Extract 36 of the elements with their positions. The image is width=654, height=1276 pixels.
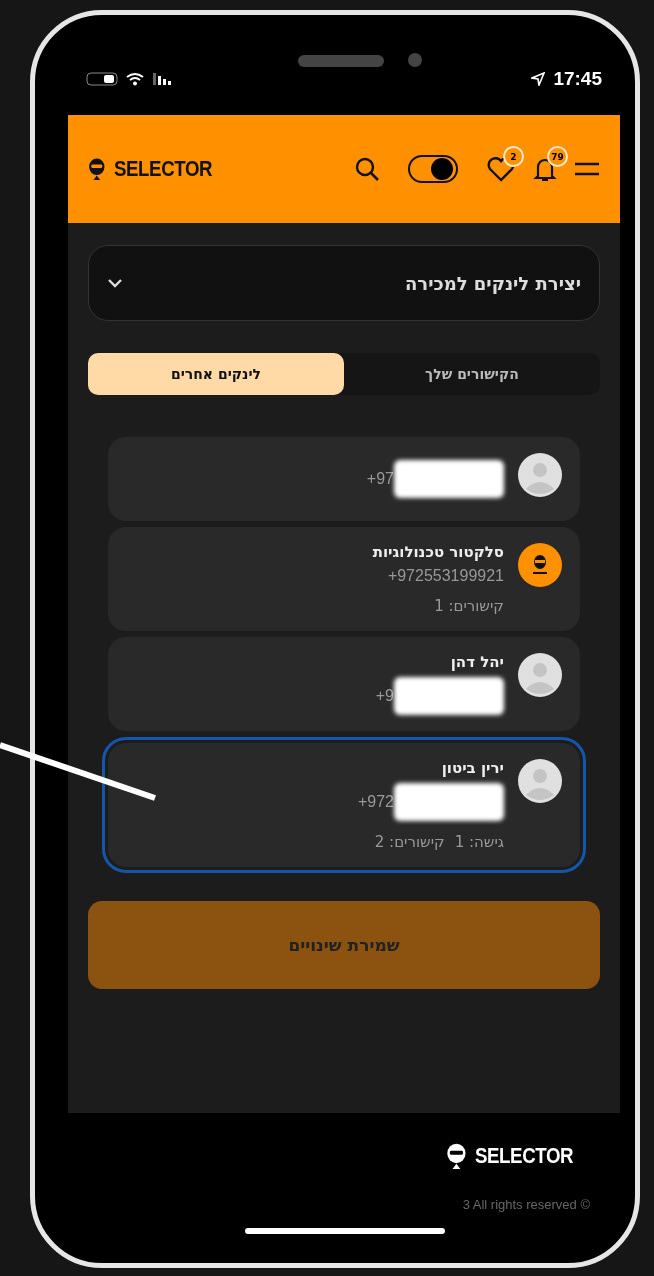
tab[interactable]: לינקים אחרים: [88, 353, 344, 395]
contact-stat: גישה: 1: [454, 833, 504, 851]
contact-stat: קישורים: 2: [374, 833, 445, 851]
contact-stat: קישורים: 1: [434, 597, 504, 615]
mascot-logo-icon: [445, 1143, 467, 1169]
location-arrow-icon: [531, 72, 546, 86]
theme-toggle[interactable]: [408, 155, 458, 183]
camera-dot: [408, 53, 422, 67]
avatar-icon: [518, 453, 562, 497]
battery-icon: [86, 72, 118, 86]
copyright-text: 3 All rights reserved ©: [462, 1197, 590, 1212]
wifi-icon: [126, 72, 144, 86]
menu-icon[interactable]: [574, 162, 600, 176]
logo-avatar: [518, 543, 562, 587]
contact-card[interactable]: +97: [108, 437, 580, 521]
avatar-icon: [518, 759, 562, 803]
dropdown-field[interactable]: יצירת לינקים למכירה: [88, 245, 600, 321]
brand-logo: SELECTOR: [113, 156, 212, 182]
contact-phone: +972: [357, 793, 394, 811]
chevron-icon: [107, 278, 123, 288]
heart-icon[interactable]: [486, 154, 516, 184]
contact-phone: +9: [375, 687, 394, 705]
footer-logo: SELECTOR: [474, 1143, 573, 1169]
notifications-count: 79: [547, 146, 568, 167]
avatar-icon: [518, 653, 562, 697]
contact-phone: +972553199921: [387, 567, 504, 585]
contact-name: סלקטור טכנולוגיות: [372, 543, 504, 561]
contact-phone: +97: [366, 470, 394, 488]
contact-name: ירין ביטון: [440, 759, 504, 777]
tab[interactable]: הקישורים שלך: [344, 353, 600, 395]
search-icon[interactable]: [354, 156, 380, 182]
signal-icon: [152, 72, 172, 86]
contact-name: יהל דהן: [449, 653, 504, 671]
favorites-count: 2: [503, 146, 524, 167]
mascot-logo-icon: [88, 158, 106, 180]
status-time: 17:45: [553, 68, 602, 90]
